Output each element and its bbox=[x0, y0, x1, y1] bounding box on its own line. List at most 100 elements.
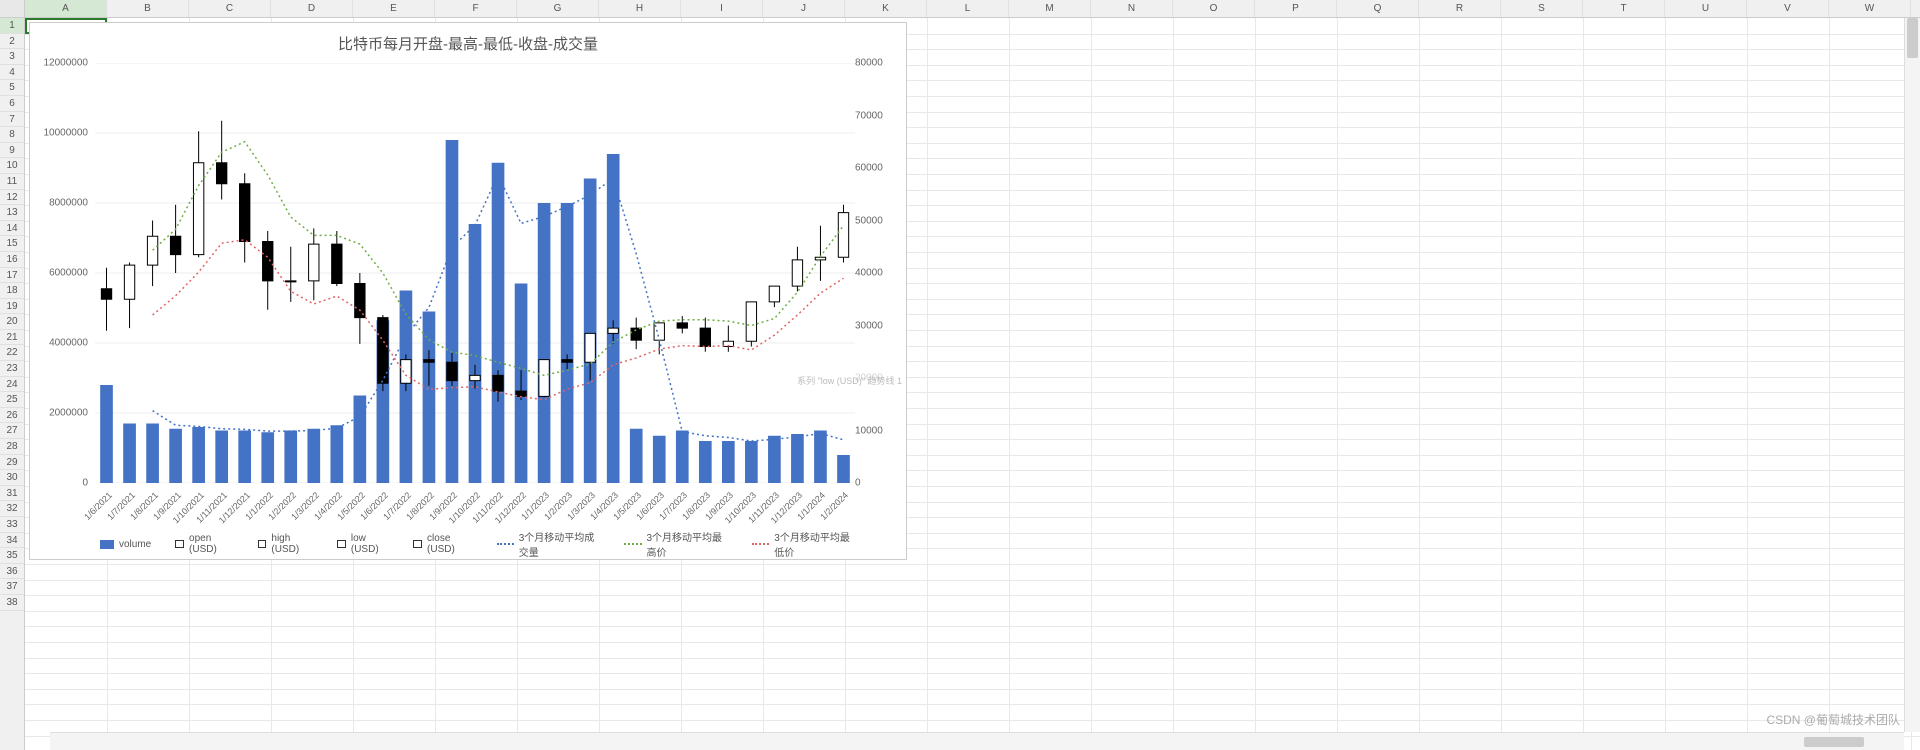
column-header[interactable]: S bbox=[1501, 0, 1583, 17]
volume-bar bbox=[791, 434, 804, 483]
row-header[interactable]: 23 bbox=[0, 361, 24, 377]
cell-grid[interactable]: 比特币每月开盘-最高-最低-收盘-成交量 0200000040000006000… bbox=[25, 18, 1920, 750]
row-header[interactable]: 33 bbox=[0, 517, 24, 533]
column-header[interactable]: V bbox=[1747, 0, 1829, 17]
candlestick bbox=[332, 244, 342, 283]
row-header[interactable]: 18 bbox=[0, 283, 24, 299]
candlestick bbox=[286, 281, 296, 282]
legend-label: 3个月移动平均成交量 bbox=[519, 529, 601, 559]
row-header[interactable]: 13 bbox=[0, 205, 24, 221]
row-header[interactable]: 9 bbox=[0, 143, 24, 159]
row-header[interactable]: 11 bbox=[0, 174, 24, 190]
plot-area: 系列 "low (USD)" 趋势线 1 bbox=[95, 63, 855, 483]
row-header[interactable]: 17 bbox=[0, 268, 24, 284]
row-header[interactable]: 22 bbox=[0, 345, 24, 361]
candlestick bbox=[608, 328, 618, 333]
row-header[interactable]: 3 bbox=[0, 49, 24, 65]
y-tick-left: 2000000 bbox=[49, 408, 88, 419]
column-header[interactable]: B bbox=[107, 0, 189, 17]
column-header[interactable]: F bbox=[435, 0, 517, 17]
legend-swatch bbox=[175, 540, 184, 548]
column-header[interactable]: E bbox=[353, 0, 435, 17]
row-header[interactable]: 20 bbox=[0, 314, 24, 330]
y-tick-left: 10000000 bbox=[44, 128, 89, 139]
row-header[interactable]: 21 bbox=[0, 330, 24, 346]
column-header[interactable]: N bbox=[1091, 0, 1173, 17]
row-header[interactable]: 34 bbox=[0, 533, 24, 549]
row-header[interactable]: 25 bbox=[0, 392, 24, 408]
column-header[interactable]: J bbox=[763, 0, 845, 17]
row-header[interactable]: 6 bbox=[0, 96, 24, 112]
row-header[interactable]: 31 bbox=[0, 486, 24, 502]
column-header[interactable]: G bbox=[517, 0, 599, 17]
column-header[interactable]: U bbox=[1665, 0, 1747, 17]
volume-bar bbox=[446, 140, 459, 483]
column-header[interactable]: A bbox=[25, 0, 107, 17]
column-header[interactable]: Q bbox=[1337, 0, 1419, 17]
candlestick bbox=[424, 360, 434, 363]
column-header[interactable]: K bbox=[845, 0, 927, 17]
column-header[interactable]: L bbox=[927, 0, 1009, 17]
candlestick bbox=[493, 375, 503, 391]
row-header[interactable]: 27 bbox=[0, 423, 24, 439]
candlestick bbox=[240, 184, 250, 242]
y-tick-right: 80000 bbox=[855, 58, 883, 69]
volume-bar bbox=[768, 436, 781, 483]
row-header[interactable]: 1 bbox=[0, 18, 24, 34]
column-header[interactable]: C bbox=[189, 0, 271, 17]
row-header[interactable]: 32 bbox=[0, 501, 24, 517]
scrollbar-thumb[interactable] bbox=[1907, 18, 1918, 58]
row-header[interactable]: 10 bbox=[0, 158, 24, 174]
column-header[interactable]: O bbox=[1173, 0, 1255, 17]
candlestick bbox=[539, 360, 549, 397]
select-all-corner[interactable] bbox=[0, 0, 24, 18]
y-tick-right: 50000 bbox=[855, 215, 883, 226]
row-header[interactable]: 24 bbox=[0, 377, 24, 393]
candlestick bbox=[470, 375, 480, 380]
row-header[interactable]: 37 bbox=[0, 579, 24, 595]
candlestick bbox=[309, 244, 319, 281]
row-header[interactable]: 14 bbox=[0, 221, 24, 237]
row-header[interactable]: 36 bbox=[0, 564, 24, 580]
row-header[interactable]: 8 bbox=[0, 127, 24, 143]
legend-swatch bbox=[624, 543, 641, 545]
row-header[interactable]: 2 bbox=[0, 34, 24, 50]
row-header[interactable]: 15 bbox=[0, 236, 24, 252]
legend-item: 3个月移动平均最低价 bbox=[752, 529, 856, 559]
volume-bar bbox=[837, 455, 850, 483]
column-header[interactable]: P bbox=[1255, 0, 1337, 17]
row-header[interactable]: 38 bbox=[0, 595, 24, 611]
row-header[interactable]: 28 bbox=[0, 439, 24, 455]
row-header[interactable]: 16 bbox=[0, 252, 24, 268]
column-header[interactable]: W bbox=[1829, 0, 1911, 17]
column-header[interactable]: T bbox=[1583, 0, 1665, 17]
volume-bar bbox=[745, 441, 758, 483]
row-header[interactable]: 35 bbox=[0, 548, 24, 564]
column-header[interactable]: H bbox=[599, 0, 681, 17]
vertical-scrollbar[interactable] bbox=[1904, 18, 1920, 732]
legend-swatch bbox=[337, 540, 346, 548]
row-header[interactable]: 5 bbox=[0, 80, 24, 96]
volume-bar bbox=[169, 429, 182, 483]
row-header[interactable]: 12 bbox=[0, 190, 24, 206]
legend-label: volume bbox=[119, 539, 151, 550]
column-header[interactable]: M bbox=[1009, 0, 1091, 17]
volume-bar bbox=[307, 429, 320, 483]
embedded-chart[interactable]: 比特币每月开盘-最高-最低-收盘-成交量 0200000040000006000… bbox=[29, 22, 907, 560]
legend-item: low (USD) bbox=[337, 533, 389, 555]
volume-bar bbox=[100, 385, 113, 483]
row-header[interactable]: 7 bbox=[0, 112, 24, 128]
candlestick bbox=[355, 284, 365, 318]
row-header[interactable]: 26 bbox=[0, 408, 24, 424]
row-header[interactable]: 30 bbox=[0, 470, 24, 486]
legend-label: high (USD) bbox=[271, 533, 313, 555]
column-header[interactable]: I bbox=[681, 0, 763, 17]
column-header[interactable]: D bbox=[271, 0, 353, 17]
candlestick bbox=[562, 360, 572, 363]
row-header[interactable]: 19 bbox=[0, 299, 24, 315]
row-header[interactable]: 29 bbox=[0, 455, 24, 471]
row-header[interactable]: 4 bbox=[0, 65, 24, 81]
column-header[interactable]: R bbox=[1419, 0, 1501, 17]
horizontal-scrollbar[interactable] bbox=[50, 732, 1904, 750]
scrollbar-thumb[interactable] bbox=[1804, 737, 1864, 747]
